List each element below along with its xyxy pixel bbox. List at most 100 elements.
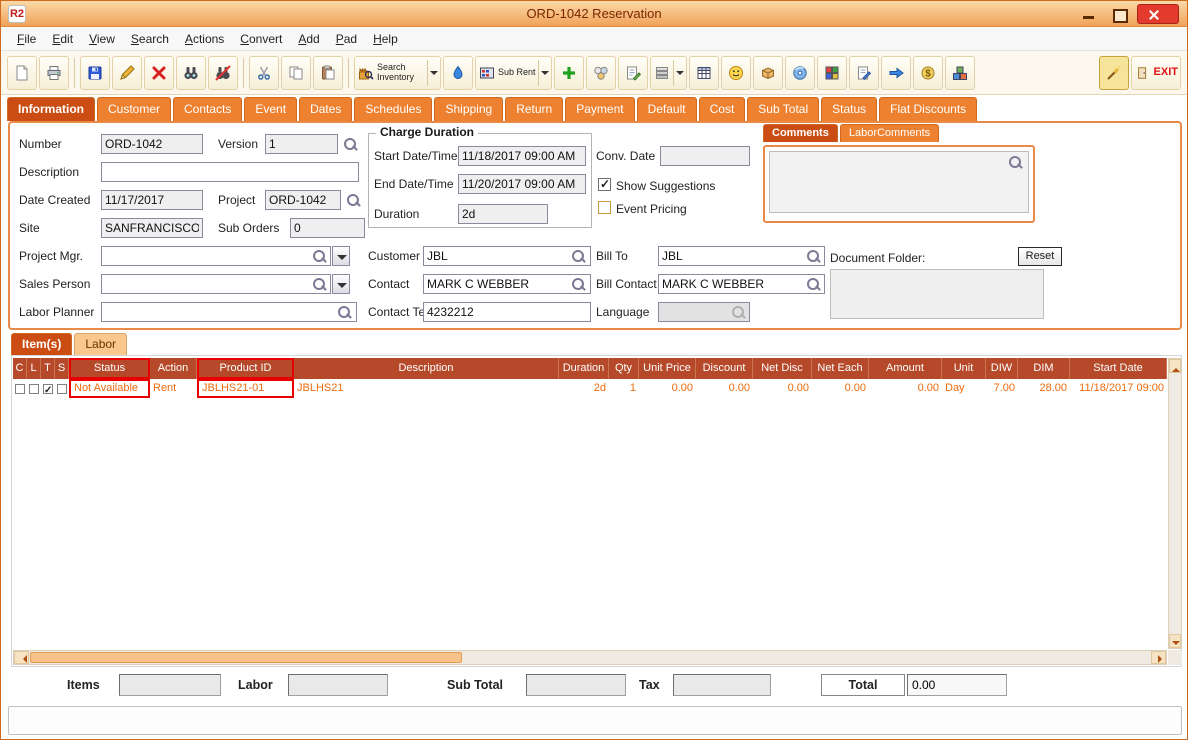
column-header-net-disc[interactable]: Net Disc xyxy=(753,358,812,379)
menu-convert[interactable]: Convert xyxy=(232,32,290,46)
find-clear-button[interactable] xyxy=(208,55,238,90)
group-items-button[interactable] xyxy=(585,55,616,90)
sales-person-search-icon[interactable] xyxy=(311,276,327,292)
smiley-button[interactable] xyxy=(720,55,751,90)
cut-button[interactable] xyxy=(249,55,279,90)
sub-orders-input[interactable] xyxy=(290,218,365,238)
notes-button[interactable] xyxy=(617,55,648,90)
tab-status[interactable]: Status xyxy=(821,97,878,121)
new-document-button[interactable] xyxy=(7,55,37,90)
tab-return[interactable]: Return xyxy=(505,97,564,121)
conv-date-input[interactable] xyxy=(660,146,750,166)
edit-document-button[interactable] xyxy=(848,55,879,90)
column-header-s[interactable]: S xyxy=(55,358,69,379)
column-header-t[interactable]: T xyxy=(41,358,55,379)
cell-discount[interactable]: 0.00 xyxy=(696,379,753,398)
labor-planner-search-icon[interactable] xyxy=(336,304,352,320)
tab-comments[interactable]: Comments xyxy=(763,124,838,142)
vertical-scrollbar[interactable] xyxy=(1168,358,1182,649)
chevron-down-icon[interactable] xyxy=(427,59,438,86)
money-button[interactable]: $ xyxy=(912,55,943,90)
cell-action[interactable]: Rent xyxy=(150,379,197,398)
cell-dim[interactable]: 28.00 xyxy=(1018,379,1070,398)
exit-button[interactable]: EXIT xyxy=(1130,55,1181,90)
scroll-right-icon[interactable] xyxy=(1151,651,1166,664)
cell-duration[interactable]: 2d xyxy=(559,379,609,398)
row-checkbox-l[interactable] xyxy=(27,379,41,398)
cell-status[interactable]: Not Available xyxy=(69,379,150,398)
save-button[interactable] xyxy=(80,55,110,90)
menu-edit[interactable]: Edit xyxy=(44,32,81,46)
reset-button[interactable]: Reset xyxy=(1018,247,1062,266)
cell-net-each[interactable]: 0.00 xyxy=(812,379,869,398)
disc-button[interactable] xyxy=(784,55,815,90)
chevron-down-icon[interactable] xyxy=(537,59,549,86)
cell-product-id[interactable]: JBLHS21-01 xyxy=(197,379,294,398)
version-input[interactable] xyxy=(265,134,338,154)
items-total-field[interactable] xyxy=(119,674,221,696)
tab-cost[interactable]: Cost xyxy=(698,97,746,121)
tab-item-s[interactable]: Item(s) xyxy=(11,333,73,355)
number-input[interactable] xyxy=(101,134,203,154)
tab-labor[interactable]: Labor xyxy=(74,333,128,355)
tab-dates[interactable]: Dates xyxy=(299,97,353,121)
scroll-down-icon[interactable] xyxy=(1169,634,1181,648)
table-row[interactable]: Not AvailableRentJBLHS21-01JBLHS212d10.0… xyxy=(13,379,1167,398)
start-datetime-input[interactable] xyxy=(458,146,586,166)
column-header-net-each[interactable]: Net Each xyxy=(812,358,869,379)
column-header-description[interactable]: Description xyxy=(294,358,559,379)
contact-search-icon[interactable] xyxy=(570,276,586,292)
project-search-icon[interactable] xyxy=(345,192,361,208)
sub-rent-button[interactable]: Sub Rent xyxy=(475,55,552,90)
tab-customer[interactable]: Customer xyxy=(97,97,172,121)
maximize-button[interactable] xyxy=(1105,5,1133,23)
tab-schedules[interactable]: Schedules xyxy=(354,97,433,121)
tab-event[interactable]: Event xyxy=(244,97,298,121)
wand-button[interactable] xyxy=(1098,55,1129,90)
contact-tel-input[interactable] xyxy=(423,302,591,322)
row-checkbox-t[interactable] xyxy=(41,379,55,398)
menu-help[interactable]: Help xyxy=(365,32,406,46)
cell-unit-price[interactable]: 0.00 xyxy=(639,379,696,398)
labor-planner-input[interactable] xyxy=(101,302,357,322)
cell-amount[interactable]: 0.00 xyxy=(869,379,942,398)
print-button[interactable] xyxy=(39,55,69,90)
tab-information[interactable]: Information xyxy=(7,97,95,121)
project-mgr-search-icon[interactable] xyxy=(311,248,327,264)
column-header-action[interactable]: Action xyxy=(150,358,197,379)
contact-input[interactable] xyxy=(423,274,591,294)
total-field[interactable] xyxy=(907,674,1007,696)
column-header-diw[interactable]: DIW xyxy=(986,358,1018,379)
tab-flat-discounts[interactable]: Flat Discounts xyxy=(879,97,978,121)
cell-diw[interactable]: 7.00 xyxy=(986,379,1018,398)
edit-button[interactable] xyxy=(112,55,142,90)
project-input[interactable] xyxy=(265,190,341,210)
scroll-up-icon[interactable] xyxy=(1169,359,1181,373)
row-checkbox-s[interactable] xyxy=(55,379,69,398)
stack-button[interactable] xyxy=(649,55,687,90)
column-header-product-id[interactable]: Product ID xyxy=(197,358,294,379)
duration-input[interactable] xyxy=(458,204,548,224)
cell-net-disc[interactable]: 0.00 xyxy=(753,379,812,398)
tab-laborcomments[interactable]: LaborComments xyxy=(839,124,940,142)
inventory-boxes-button[interactable] xyxy=(944,55,975,90)
cell-start-date[interactable]: 11/18/2017 09:00 xyxy=(1070,379,1167,398)
bill-contact-search-icon[interactable] xyxy=(805,276,821,292)
column-header-l[interactable]: L xyxy=(27,358,41,379)
sales-person-dropdown-button[interactable] xyxy=(332,274,350,294)
bill-to-search-icon[interactable] xyxy=(805,248,821,264)
column-header-dim[interactable]: DIM xyxy=(1018,358,1070,379)
site-input[interactable] xyxy=(101,218,203,238)
version-search-icon[interactable] xyxy=(342,136,358,152)
project-mgr-dropdown-button[interactable] xyxy=(332,246,350,266)
export-button[interactable] xyxy=(880,55,911,90)
minimize-button[interactable] xyxy=(1075,5,1103,23)
menu-file[interactable]: File xyxy=(9,32,44,46)
horizontal-scrollbar[interactable] xyxy=(13,650,1167,665)
delete-button[interactable] xyxy=(144,55,174,90)
search-inventory-button[interactable]: Search Inventory xyxy=(354,55,441,90)
labor-total-field[interactable] xyxy=(288,674,388,696)
cell-unit[interactable]: Day xyxy=(942,379,986,398)
cell-qty[interactable]: 1 xyxy=(609,379,639,398)
menu-pad[interactable]: Pad xyxy=(328,32,365,46)
